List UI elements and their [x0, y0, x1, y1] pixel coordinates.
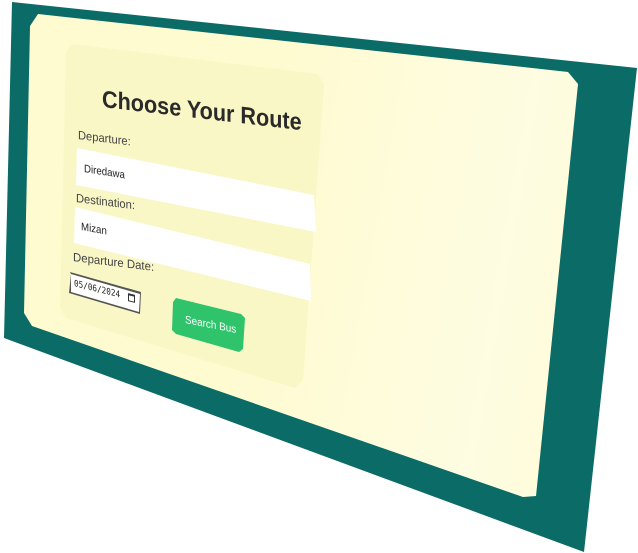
calendar-icon[interactable] [128, 293, 135, 303]
app-stage: Choose Your Route Departure: Diredawa De… [0, 0, 638, 553]
